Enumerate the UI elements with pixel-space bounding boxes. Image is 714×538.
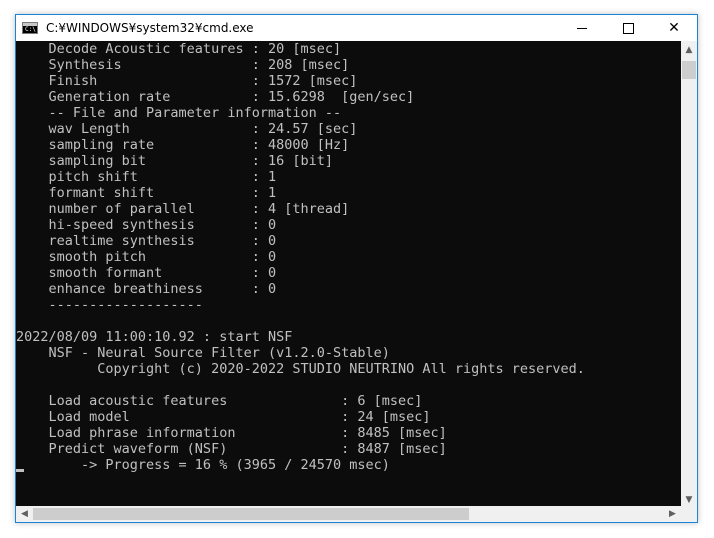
console-line: formant shift : 1 bbox=[16, 185, 277, 201]
scroll-left-button[interactable]: ◀ bbox=[16, 506, 33, 522]
console-line: -> Progress = 16 % (3965 / 24570 msec) bbox=[16, 457, 390, 473]
console-line: Predict waveform (NSF) : 8487 [msec] bbox=[16, 441, 447, 457]
console-text: Decode Acoustic features : 20 [msec] Syn… bbox=[16, 41, 585, 473]
console-line: sampling bit : 16 [bit] bbox=[16, 153, 333, 169]
console-line: Decode Acoustic features : 20 [msec] bbox=[16, 41, 342, 57]
scroll-up-button[interactable]: ▲ bbox=[681, 41, 697, 58]
console-line: hi-speed synthesis : 0 bbox=[16, 217, 277, 233]
close-icon: ✕ bbox=[668, 20, 680, 36]
console-line: Finish : 1572 [msec] bbox=[16, 73, 358, 89]
console-window: C:\ C:¥WINDOWS¥system32¥cmd.exe ✕ Decode… bbox=[15, 14, 698, 523]
console-line: enhance breathiness : 0 bbox=[16, 281, 277, 297]
minimize-button[interactable] bbox=[559, 15, 605, 41]
window-title: C:¥WINDOWS¥system32¥cmd.exe bbox=[46, 21, 254, 35]
console-line: Synthesis : 208 [msec] bbox=[16, 57, 350, 73]
horizontal-scroll-thumb[interactable] bbox=[33, 508, 469, 520]
scroll-right-button[interactable]: ▶ bbox=[664, 506, 681, 522]
console-line: ------------------- bbox=[16, 297, 203, 313]
vertical-scrollbar[interactable]: ▲ ▼ bbox=[681, 41, 697, 508]
vertical-scroll-thumb[interactable] bbox=[682, 61, 696, 79]
console-line: wav Length : 24.57 [sec] bbox=[16, 121, 358, 137]
console-line: smooth pitch : 0 bbox=[16, 249, 277, 265]
console-line: sampling rate : 48000 [Hz] bbox=[16, 137, 350, 153]
chevron-down-icon: ▼ bbox=[685, 494, 693, 505]
console-line: realtime synthesis : 0 bbox=[16, 233, 277, 249]
console-line: Load acoustic features : 6 [msec] bbox=[16, 393, 423, 409]
console-line: smooth formant : 0 bbox=[16, 265, 277, 281]
console-line: NSF - Neural Source Filter (v1.2.0-Stabl… bbox=[16, 345, 390, 361]
console-line: Load model : 24 [msec] bbox=[16, 409, 431, 425]
cmd-icon-label: C:\ bbox=[25, 26, 36, 33]
title-bar[interactable]: C:\ C:¥WINDOWS¥system32¥cmd.exe ✕ bbox=[16, 15, 697, 41]
chevron-left-icon: ◀ bbox=[21, 509, 28, 519]
horizontal-scrollbar[interactable]: ◀ ▶ bbox=[16, 506, 681, 522]
console-line: Load phrase information : 8485 [msec] bbox=[16, 425, 447, 441]
console-line: pitch shift : 1 bbox=[16, 169, 277, 185]
console-line: Copyright (c) 2020-2022 STUDIO NEUTRINO … bbox=[16, 361, 585, 377]
maximize-icon bbox=[622, 22, 634, 34]
close-button[interactable]: ✕ bbox=[651, 15, 697, 41]
maximize-button[interactable] bbox=[605, 15, 651, 41]
minimize-icon bbox=[577, 27, 587, 29]
console-output[interactable]: Decode Acoustic features : 20 [msec] Syn… bbox=[16, 41, 681, 508]
text-cursor bbox=[16, 469, 24, 472]
scrollbar-corner bbox=[681, 506, 697, 522]
console-line: -- File and Parameter information -- bbox=[16, 105, 342, 121]
console-line: Generation rate : 15.6298 [gen/sec] bbox=[16, 89, 415, 105]
cmd-app-icon[interactable]: C:\ bbox=[22, 22, 38, 34]
chevron-up-icon: ▲ bbox=[685, 44, 693, 55]
console-line: 2022/08/09 11:00:10.92 : start NSF bbox=[16, 329, 293, 345]
console-line: number of parallel : 4 [thread] bbox=[16, 201, 350, 217]
chevron-right-icon: ▶ bbox=[669, 509, 676, 519]
